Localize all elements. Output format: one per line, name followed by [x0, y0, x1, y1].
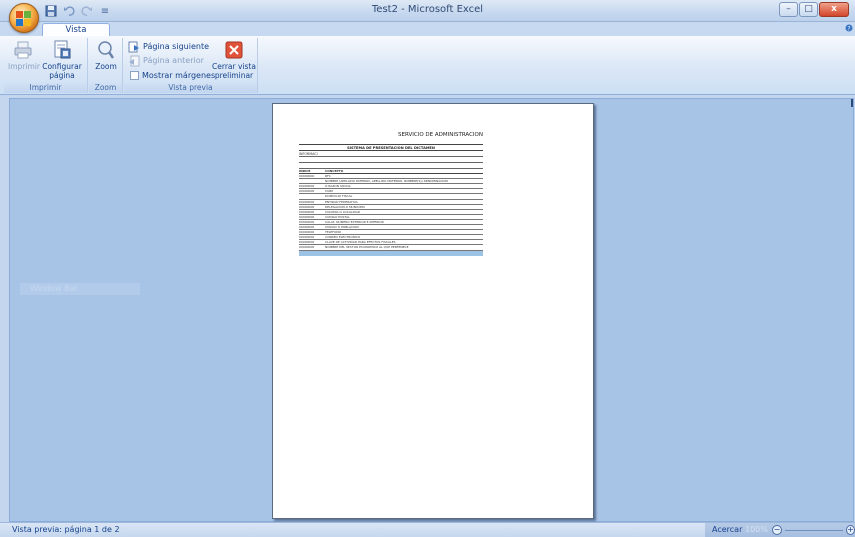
- row-concept-cell: CIUDAD O POBLACION: [325, 225, 359, 230]
- ribbon-tab-row: Vista preliminar ?: [0, 22, 855, 47]
- tab-vista-preliminar[interactable]: Vista preliminar: [42, 23, 110, 47]
- zoom-in-button[interactable]: +: [846, 525, 855, 535]
- office-logo-icon: [16, 11, 33, 26]
- zoom-slider[interactable]: [785, 530, 843, 531]
- row-index-cell: 00000000: [299, 184, 315, 189]
- maximize-button[interactable]: □: [799, 2, 818, 17]
- row-concept-cell: TELEFONO: [325, 230, 341, 235]
- sheet-header-text: SERVICIO DE ADMINISTRACION: [398, 132, 483, 138]
- group-imprimir: Imprimir Configurar página Imprimir: [4, 38, 88, 93]
- previous-page-button[interactable]: Página anterior: [128, 54, 204, 67]
- row-index-cell: 00000000: [299, 225, 315, 230]
- next-page-button[interactable]: Página siguiente: [128, 40, 209, 53]
- magnifier-icon: [96, 40, 116, 60]
- row-concept-cell: RFC: [325, 174, 331, 179]
- row-concept-cell: CALLE, NUMERO EXTERIOR E INTERIOR: [325, 219, 384, 224]
- row-concept-cell: COLONIA O LOCALIDAD: [325, 209, 361, 214]
- scroll-indicator[interactable]: [851, 99, 853, 107]
- row-concept-cell: ENTIDAD FEDERATIVA: [325, 199, 358, 204]
- zoom-out-button[interactable]: −: [772, 525, 782, 535]
- row-concept-cell: CLAVE DE ACTIVIDAD PARA EFECTOS FISCALES: [325, 240, 396, 245]
- window-title: Test2 - Microsoft Excel: [371, 4, 484, 15]
- row-index-cell: 00000000: [299, 230, 315, 235]
- row-index-cell: 00000000: [299, 240, 315, 245]
- row-index-cell: 00000000: [299, 235, 315, 240]
- checkbox-icon: [130, 71, 139, 80]
- row-index-cell: 00000000: [299, 209, 315, 214]
- sheet-highlight-row: [299, 250, 483, 256]
- row-concept-cell: O RAZON SOCIAL: [325, 184, 351, 189]
- zoom-area: Acercar 100% − +: [705, 523, 855, 537]
- zoom-percent[interactable]: 100%: [745, 525, 768, 534]
- group-label-vista-previa: Vista previa: [124, 82, 257, 93]
- previous-page-icon: [128, 55, 140, 67]
- row-concept-cell: DOMICILIO FISCAL: [325, 194, 353, 199]
- row-concept-cell: NOMBRE DEL SECTOR ECONOMICO AL QUE PERTE…: [325, 245, 409, 250]
- office-button[interactable]: [9, 3, 39, 33]
- status-bar: Vista previa: página 1 de 2 Acercar 100%…: [0, 522, 855, 537]
- row-index-cell: 00000000: [299, 219, 315, 224]
- group-label-imprimir: Imprimir: [4, 82, 87, 93]
- preview-workspace[interactable]: Window Bar SERVICIO DE ADMINISTRACION SI…: [9, 98, 854, 522]
- column-header-index: INDICE: [299, 169, 311, 173]
- row-concept-cell: NOMBRE (APELLIDO PATERNO, APELLIDO MATER…: [325, 179, 448, 184]
- page-setup-icon: [52, 40, 72, 60]
- status-text: Vista previa: página 1 de 2: [12, 525, 120, 534]
- close-preview-button[interactable]: Cerrar vista preliminar: [212, 40, 256, 80]
- zoom-button[interactable]: Zoom: [91, 40, 121, 71]
- page-setup-button[interactable]: Configurar página: [42, 40, 82, 80]
- row-index-cell: 00000000: [299, 189, 315, 194]
- zoom-in-label[interactable]: Acercar: [712, 525, 742, 534]
- group-vista-previa: Página siguiente Página anterior Mostrar…: [124, 38, 258, 93]
- show-margins-checkbox[interactable]: Mostrar márgenes: [128, 69, 215, 82]
- column-header-concept: CONCEPTO: [325, 169, 344, 173]
- sheet-rows: 00000000 RFC NOMBRE (APELLIDO PATERNO, APE…: [299, 174, 483, 251]
- row-concept-cell: DELEGACION O MUNICIPIO: [325, 204, 365, 209]
- row-concept-cell: CURP: [325, 189, 334, 194]
- row-index-cell: 00000000: [299, 204, 315, 209]
- ribbon: Imprimir Configurar página Imprimir Zoom…: [0, 36, 855, 95]
- printer-icon: [13, 40, 33, 60]
- minimize-button[interactable]: –: [779, 2, 798, 17]
- ghost-window-bar: Window Bar: [20, 283, 140, 295]
- row-index-cell: [299, 194, 325, 198]
- row-index-cell: 00000000: [299, 245, 315, 250]
- row-index-cell: 00000000: [299, 214, 315, 219]
- preview-page[interactable]: SERVICIO DE ADMINISTRACION SISTEMA DE PR…: [272, 103, 594, 519]
- group-zoom: Zoom Zoom: [89, 38, 123, 93]
- group-label-zoom: Zoom: [89, 82, 122, 93]
- row-concept-cell: CODIGO POSTAL: [325, 214, 350, 219]
- next-page-icon: [128, 41, 140, 53]
- svg-text:?: ?: [847, 25, 850, 32]
- close-button[interactable]: x: [819, 2, 849, 17]
- row-index-cell: 00000000: [299, 199, 315, 204]
- print-button[interactable]: Imprimir: [8, 40, 40, 71]
- sheet-content: SERVICIO DE ADMINISTRACION SISTEMA DE PR…: [299, 130, 483, 256]
- row-index-cell: [299, 179, 325, 183]
- close-preview-icon: [224, 40, 244, 60]
- help-icon[interactable]: ?: [845, 24, 853, 35]
- sheet-title: SISTEMA DE PRESENTACION DEL DICTAMEN: [299, 144, 483, 151]
- window-controls: – □ x: [779, 2, 849, 17]
- title-bar: ≡ Test2 - Microsoft Excel – □ x: [0, 0, 855, 33]
- row-concept-cell: CORREO ELECTRONICO: [325, 235, 361, 240]
- row-index-cell: 00000000: [299, 174, 315, 179]
